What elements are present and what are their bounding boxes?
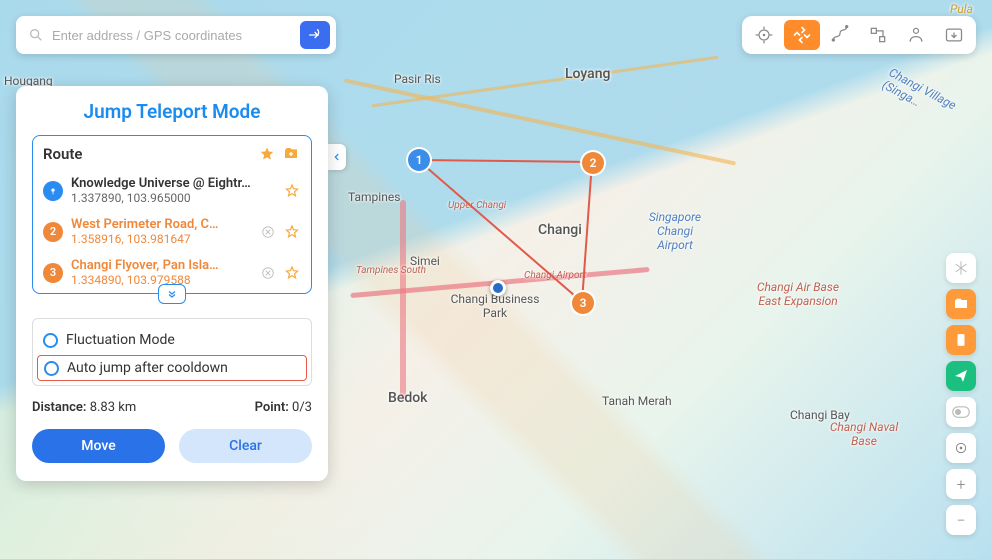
option-fluctuation[interactable]: Fluctuation Mode bbox=[43, 327, 301, 353]
stop-number-icon: 3 bbox=[43, 263, 63, 283]
radio-icon bbox=[44, 361, 59, 376]
zoom-in-button[interactable]: + bbox=[946, 469, 976, 499]
stop-name: Knowledge Universe @ Eightr… bbox=[71, 176, 275, 191]
stop-remove-button[interactable] bbox=[259, 223, 277, 241]
stop-number-icon: 2 bbox=[43, 222, 63, 242]
search-input[interactable] bbox=[52, 28, 292, 43]
panel-collapse-handle[interactable] bbox=[328, 144, 346, 170]
route-marker-3[interactable]: 3 bbox=[572, 292, 594, 314]
route-box: Route Knowledge Universe @ Eightr… 1.337… bbox=[32, 135, 312, 294]
stop-coords: 1.358916, 103.981647 bbox=[71, 232, 251, 246]
stop-name: West Perimeter Road, C… bbox=[71, 217, 251, 232]
route-marker-2[interactable]: 2 bbox=[582, 152, 604, 174]
route-save-button[interactable] bbox=[281, 144, 301, 164]
stop-remove-button[interactable] bbox=[259, 264, 277, 282]
chevron-left-icon bbox=[332, 152, 342, 162]
search-icon bbox=[28, 27, 44, 43]
route-stop-2[interactable]: 2 West Perimeter Road, C… 1.358916, 103.… bbox=[43, 211, 301, 252]
tool-teleport[interactable] bbox=[784, 20, 820, 50]
distance-stat: Distance: 8.83 km bbox=[32, 400, 136, 415]
options-box: Fluctuation Mode Auto jump after cooldow… bbox=[32, 318, 312, 386]
search-bar bbox=[16, 16, 336, 54]
arrow-return-icon bbox=[307, 27, 323, 43]
clear-button[interactable]: Clear bbox=[179, 429, 312, 463]
route-stop-1[interactable]: Knowledge Universe @ Eightr… 1.337890, 1… bbox=[43, 170, 301, 211]
point-stat: Point: 0/3 bbox=[255, 400, 312, 415]
stop-star-button[interactable] bbox=[283, 223, 301, 241]
tool-route[interactable] bbox=[822, 20, 858, 50]
option-label: Fluctuation Mode bbox=[66, 332, 175, 348]
side-send-button[interactable] bbox=[946, 361, 976, 391]
tool-person[interactable] bbox=[898, 20, 934, 50]
mode-toolbar bbox=[742, 16, 976, 54]
search-go-button[interactable] bbox=[300, 21, 330, 49]
side-freeze-button[interactable] bbox=[946, 253, 976, 283]
radio-icon bbox=[43, 333, 58, 348]
move-button[interactable]: Move bbox=[32, 429, 165, 463]
side-folder-button[interactable] bbox=[946, 289, 976, 319]
tool-import[interactable] bbox=[936, 20, 972, 50]
teleport-panel: Jump Teleport Mode Route Knowledge Unive… bbox=[16, 86, 328, 481]
double-chevron-down-icon bbox=[166, 288, 178, 300]
tool-multi[interactable] bbox=[860, 20, 896, 50]
tool-locate[interactable] bbox=[746, 20, 782, 50]
stop-coords: 1.337890, 103.965000 bbox=[71, 191, 275, 205]
route-fav-button[interactable] bbox=[257, 144, 277, 164]
side-center-button[interactable] bbox=[946, 433, 976, 463]
route-marker-1[interactable]: 1 bbox=[408, 149, 430, 171]
option-auto-jump[interactable]: Auto jump after cooldown bbox=[37, 355, 307, 381]
zoom-out-button[interactable]: − bbox=[946, 505, 976, 535]
option-label: Auto jump after cooldown bbox=[67, 360, 228, 376]
side-controls: + − bbox=[946, 253, 976, 535]
stats-row: Distance: 8.83 km Point: 0/3 bbox=[32, 400, 312, 415]
stop-star-button[interactable] bbox=[283, 182, 301, 200]
side-device-button[interactable] bbox=[946, 325, 976, 355]
current-location-dot bbox=[490, 280, 506, 296]
panel-title: Jump Teleport Mode bbox=[32, 100, 312, 123]
side-toggle-button[interactable] bbox=[946, 397, 976, 427]
stop-star-button[interactable] bbox=[283, 264, 301, 282]
route-expand-button[interactable] bbox=[158, 284, 186, 304]
stop-name: Changi Flyover, Pan Isla… bbox=[71, 258, 251, 273]
route-heading: Route bbox=[43, 145, 253, 163]
pin-icon bbox=[43, 181, 63, 201]
